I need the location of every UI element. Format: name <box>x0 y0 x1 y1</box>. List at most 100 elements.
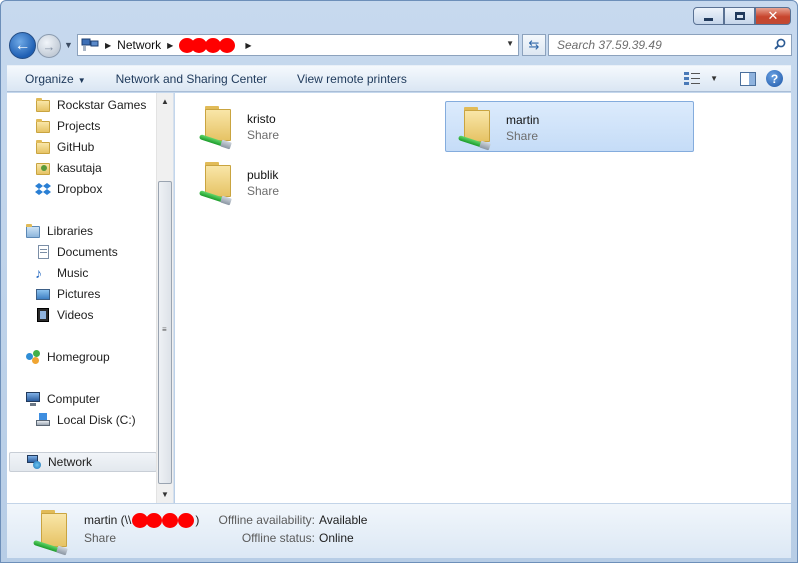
nav-item-projects[interactable]: Projects <box>35 116 100 136</box>
nav-item-kasutaja[interactable]: kasutaja <box>35 158 102 178</box>
dropbox-icon <box>35 181 51 197</box>
folder-icon <box>35 97 51 113</box>
nav-item-music[interactable]: ♪ Music <box>35 263 88 283</box>
change-view-icon[interactable] <box>684 72 701 85</box>
nav-item-label: Computer <box>47 392 100 406</box>
share-type: Share <box>506 129 539 143</box>
breadcrumb-network[interactable]: Network <box>117 38 161 52</box>
nav-item-label: Homegroup <box>47 350 110 364</box>
minimize-button[interactable] <box>693 7 724 25</box>
nav-item-label: kasutaja <box>57 161 102 175</box>
pictures-icon <box>35 286 51 302</box>
scrollbar-thumb[interactable]: ≡ <box>158 181 172 484</box>
caption-buttons: ✕ <box>693 7 791 25</box>
search-box[interactable]: Search 37.59.39.49 <box>548 34 792 56</box>
computer-icon <box>25 391 41 407</box>
nav-item-network[interactable]: Network <box>9 452 157 472</box>
nav-item-label: Dropbox <box>57 182 103 196</box>
redacted-host-crumb[interactable] <box>179 38 239 53</box>
folder-icon <box>35 118 51 134</box>
details-share-name: martin (\\ ) <box>84 513 199 528</box>
music-icon: ♪ <box>35 265 42 281</box>
nav-item-videos[interactable]: Videos <box>35 305 93 325</box>
share-name: kristo <box>247 112 276 126</box>
nav-item-label: Projects <box>57 119 101 133</box>
command-bar-right: ▼ ? <box>684 70 783 87</box>
user-folder-icon <box>35 160 51 176</box>
back-button[interactable]: ← <box>9 32 36 59</box>
maximize-icon <box>734 12 745 20</box>
folder-icon <box>35 139 51 155</box>
homegroup-icon <box>25 349 41 365</box>
nav-item-label: Pictures <box>57 287 101 301</box>
share-item-martin[interactable]: martin Share <box>445 101 694 152</box>
address-bar[interactable]: ▶ Network ▶ ▶ ▼ <box>77 34 519 56</box>
nav-item-label: Libraries <box>47 224 94 238</box>
videos-icon <box>35 307 51 323</box>
crumb-separator-icon[interactable]: ▶ <box>105 41 111 50</box>
scroll-down-icon[interactable]: ▼ <box>157 486 173 503</box>
organize-menu[interactable]: Organize ▼ <box>7 72 101 86</box>
view-options-chevron-icon[interactable]: ▼ <box>710 74 718 83</box>
network-sharing-center-button[interactable]: Network and Sharing Center <box>101 72 282 86</box>
details-share-type: Share <box>84 531 117 545</box>
minimize-icon <box>704 17 713 21</box>
nav-item-label: Music <box>57 266 89 280</box>
organize-label: Organize <box>25 71 74 86</box>
network-share-folder-icon <box>193 102 241 150</box>
nav-scrollbar[interactable]: ▲ ≡ ▼ <box>156 93 173 503</box>
network-icon <box>26 454 42 470</box>
arrow-right-icon: → <box>42 38 56 54</box>
details-pane: martin (\\ ) Share Offline availability:… <box>7 503 791 558</box>
maximize-button[interactable] <box>724 7 755 25</box>
search-placeholder: Search 37.59.39.49 <box>557 38 662 52</box>
refresh-icon: ⇆ <box>528 37 540 52</box>
recent-pages-button[interactable]: ▼ <box>64 40 73 50</box>
redacted-host <box>132 513 195 528</box>
close-button[interactable]: ✕ <box>755 7 791 25</box>
crumb-separator-icon[interactable]: ▶ <box>245 41 251 50</box>
content-pane: kristo Share martin Share publik Share <box>175 93 791 503</box>
local-disk-icon <box>35 412 51 428</box>
nav-item-label: Local Disk (C:) <box>57 413 136 427</box>
share-name: martin <box>506 113 540 127</box>
nav-item-label: Documents <box>57 245 118 259</box>
scroll-up-icon[interactable]: ▲ <box>157 93 173 110</box>
nav-item-label: GitHub <box>57 140 95 154</box>
explorer-window: ✕ ← → ▼ ▶ Network ▶ ▶ ▼ ⇆ Search 37.59.3… <box>0 0 798 563</box>
refresh-button[interactable]: ⇆ <box>522 34 546 56</box>
nav-item-libraries[interactable]: Libraries <box>25 221 93 241</box>
nav-item-homegroup[interactable]: Homegroup <box>25 347 110 367</box>
offline-status-value: Online <box>319 531 354 545</box>
share-type: Share <box>247 128 280 142</box>
network-share-folder-icon <box>452 103 500 151</box>
nav-item-local-disk[interactable]: Local Disk (C:) <box>35 410 136 430</box>
nav-item-computer[interactable]: Computer <box>25 389 100 409</box>
network-share-folder-icon <box>29 506 79 556</box>
search-icon[interactable] <box>774 38 786 50</box>
share-type: Share <box>247 184 280 198</box>
forward-button[interactable]: → <box>37 34 61 58</box>
offline-availability-value: Available <box>319 513 368 527</box>
command-bar: Organize ▼ Network and Sharing Center Vie… <box>7 65 791 92</box>
address-dropdown-icon[interactable]: ▼ <box>506 39 514 48</box>
nav-item-documents[interactable]: Documents <box>35 242 118 262</box>
nav-item-label: Videos <box>57 308 94 322</box>
help-icon[interactable]: ? <box>766 70 783 87</box>
view-remote-printers-button[interactable]: View remote printers <box>282 72 422 86</box>
nav-item-dropbox[interactable]: Dropbox <box>35 179 102 199</box>
preview-pane-icon[interactable] <box>740 71 756 86</box>
share-item-kristo[interactable]: kristo Share <box>187 101 436 152</box>
nav-item-label: Rockstar Games <box>57 98 147 112</box>
nav-item-rockstar-games[interactable]: Rockstar Games <box>35 95 146 115</box>
network-share-folder-icon <box>193 158 241 206</box>
nav-item-pictures[interactable]: Pictures <box>35 284 100 304</box>
share-name: publik <box>247 168 279 182</box>
address-row: ← → ▼ ▶ Network ▶ ▶ ▼ ⇆ Search 37.59.39.… <box>7 31 792 59</box>
offline-availability-label: Offline availability: <box>218 513 316 527</box>
chevron-down-icon: ▼ <box>77 75 86 85</box>
share-item-publik[interactable]: publik Share <box>187 157 436 208</box>
nav-item-github[interactable]: GitHub <box>35 137 94 157</box>
crumb-separator-icon[interactable]: ▶ <box>167 41 173 50</box>
arrow-left-icon: ← <box>14 36 31 54</box>
